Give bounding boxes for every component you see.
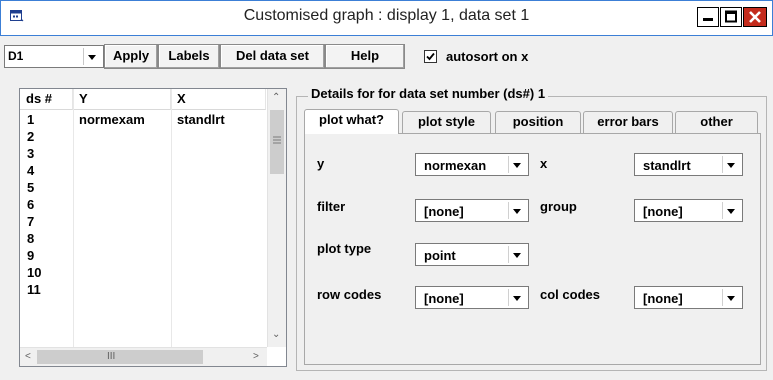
scroll-down-icon[interactable]: ⌄	[272, 329, 280, 340]
row-ds-cell: 4	[27, 163, 35, 178]
scroll-grip-glyph: III	[107, 351, 116, 362]
minimize-button[interactable]	[697, 7, 719, 27]
maximize-icon	[725, 10, 737, 23]
row-ds-cell: 6	[27, 197, 35, 212]
del-data-set-button[interactable]: Del data set	[220, 44, 325, 69]
row-ds-cell: 2	[27, 129, 35, 144]
filter-select[interactable]: [none]	[415, 199, 529, 222]
help-button[interactable]: Help	[325, 44, 405, 69]
table-row[interactable]: 10	[20, 264, 266, 281]
x-select[interactable]: standlrt	[634, 153, 743, 176]
col-codes-select[interactable]: [none]	[634, 286, 743, 309]
chevron-down-icon[interactable]	[508, 156, 526, 173]
table-row[interactable]: 4	[20, 162, 266, 179]
chevron-down-icon[interactable]	[722, 289, 740, 306]
row-ds-cell: 10	[27, 265, 42, 280]
row-y-cell: normexam	[79, 112, 145, 127]
table-row[interactable]: 7	[20, 213, 266, 230]
row-ds-cell: 8	[27, 231, 35, 246]
maximize-button[interactable]	[720, 7, 742, 27]
filter-label: filter	[317, 199, 346, 214]
chevron-down-icon[interactable]	[722, 202, 740, 219]
display-select-value: D1	[8, 49, 24, 63]
vertical-scrollbar[interactable]: ⌃ ⌄	[267, 89, 286, 347]
tab-error-bars[interactable]: error bars	[583, 111, 673, 133]
column-header-y[interactable]: Y	[73, 89, 171, 110]
vertical-scroll-thumb[interactable]	[270, 110, 284, 174]
chevron-down-icon[interactable]	[508, 289, 526, 306]
labels-button[interactable]: Labels	[158, 44, 220, 69]
plot-type-select[interactable]: point	[415, 243, 529, 266]
row-codes-select-value: [none]	[424, 291, 464, 306]
x-select-value: standlrt	[643, 158, 691, 173]
display-select[interactable]: D1	[4, 45, 104, 68]
table-row[interactable]: 3	[20, 145, 266, 162]
row-ds-cell: 11	[27, 282, 41, 297]
chevron-down-icon[interactable]	[83, 48, 101, 65]
y-label: y	[317, 156, 325, 171]
col-codes-select-value: [none]	[643, 291, 683, 306]
table-row[interactable]: 11	[20, 281, 266, 298]
chevron-down-icon[interactable]	[722, 156, 740, 173]
data-set-list[interactable]: ds # Y X 1 normexam standlrt 2 3 4 5 6 7 8 9 10 11 ⌃…	[19, 88, 287, 367]
row-ds-cell: 5	[27, 180, 35, 195]
row-codes-label: row codes	[317, 287, 382, 302]
table-row[interactable]: 5	[20, 179, 266, 196]
table-row[interactable]: 8	[20, 230, 266, 247]
tab-other[interactable]: other	[675, 111, 758, 133]
table-row[interactable]: 9	[20, 247, 266, 264]
horizontal-scroll-thumb[interactable]: III	[37, 350, 203, 364]
table-row[interactable]: 2	[20, 128, 266, 145]
tab-position[interactable]: position	[495, 111, 581, 133]
horizontal-scrollbar[interactable]: < III >	[20, 347, 267, 366]
scroll-up-icon[interactable]: ⌃	[272, 92, 280, 103]
scroll-right-icon[interactable]: >	[253, 351, 259, 362]
tab-plot-what[interactable]: plot what?	[304, 109, 399, 134]
plot-type-select-value: point	[424, 248, 456, 263]
row-ds-cell: 3	[27, 146, 35, 161]
close-icon	[749, 11, 761, 23]
row-x-cell: standlrt	[177, 112, 225, 127]
col-codes-label: col codes	[540, 287, 600, 302]
checkmark-icon	[426, 52, 435, 61]
close-button[interactable]	[743, 7, 767, 27]
row-codes-select[interactable]: [none]	[415, 286, 529, 309]
autosort-label: autosort on x	[446, 49, 529, 64]
column-header-x[interactable]: X	[171, 89, 266, 110]
data-set-rows: 1 normexam standlrt 2 3 4 5 6 7 8 9 10 11	[20, 111, 266, 298]
details-group-label: Details for for data set number (ds#) 1	[308, 86, 549, 101]
plot-type-label: plot type	[317, 241, 372, 256]
tab-plot-style[interactable]: plot style	[402, 111, 491, 133]
apply-button[interactable]: Apply	[104, 44, 158, 69]
y-select[interactable]: normexan	[415, 153, 529, 176]
column-header-ds[interactable]: ds #	[20, 89, 73, 110]
row-ds-cell: 1	[27, 112, 35, 127]
table-row[interactable]: 1 normexam standlrt	[20, 111, 266, 128]
y-select-value: normexan	[424, 158, 487, 173]
minimize-icon	[703, 18, 713, 21]
group-select-value: [none]	[643, 204, 683, 219]
row-ds-cell: 7	[27, 214, 35, 229]
x-label: x	[540, 156, 548, 171]
chevron-down-icon[interactable]	[508, 246, 526, 263]
filter-select-value: [none]	[424, 204, 464, 219]
scroll-left-icon[interactable]: <	[25, 351, 31, 362]
group-select[interactable]: [none]	[634, 199, 743, 222]
window-title: Customised graph : display 1, data set 1	[243, 7, 530, 24]
row-ds-cell: 9	[27, 248, 35, 263]
chevron-down-icon[interactable]	[508, 202, 526, 219]
table-row[interactable]: 6	[20, 196, 266, 213]
group-label: group	[540, 199, 577, 214]
autosort-checkbox[interactable]	[424, 50, 437, 63]
